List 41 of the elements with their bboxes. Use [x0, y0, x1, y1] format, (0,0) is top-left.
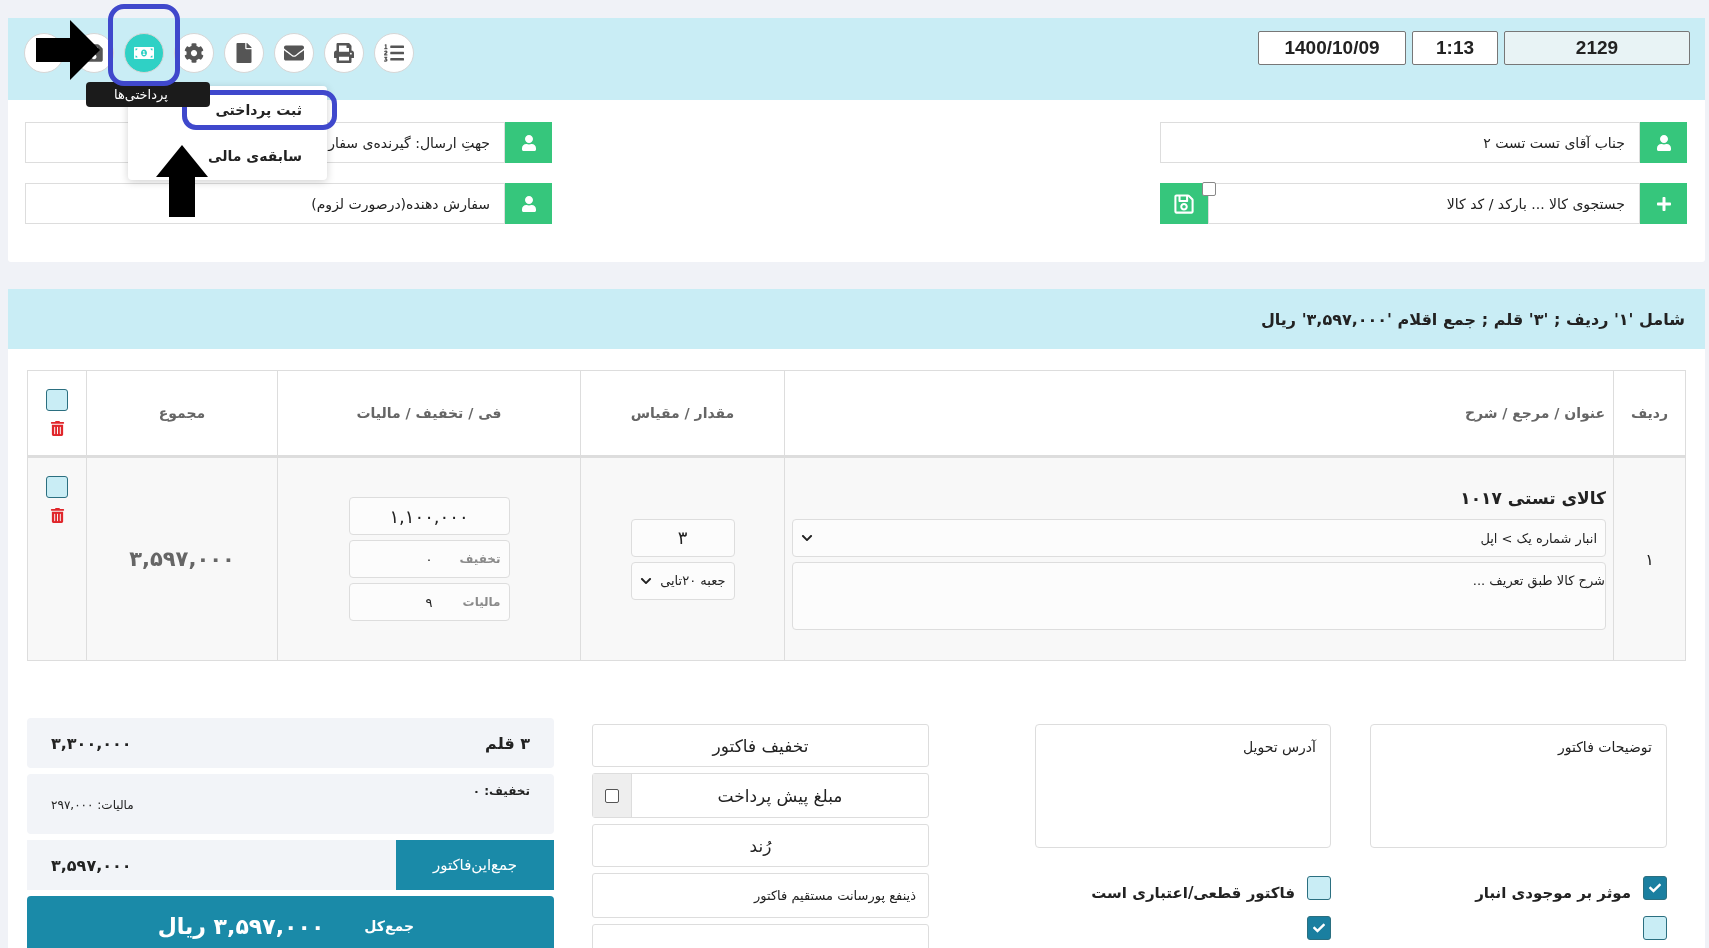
text-field[interactable]: ذینفع پورسانت مستقیم فاکتور	[592, 873, 929, 918]
discount-field[interactable]: تخفیف ۰	[348, 540, 510, 578]
grand-total-label: جمع‌کل	[364, 918, 414, 934]
unit-select[interactable]: جعبه ۲۰تایی	[630, 561, 735, 600]
item-count: ۳ قلم	[485, 733, 530, 753]
option-button[interactable]: تخفیف فاکتور	[592, 724, 929, 767]
price-field[interactable]: ۱,۱۰۰,۰۰۰	[348, 497, 510, 535]
search-field[interactable]: جستجوی کالا ... بارکد / کد کالا	[1208, 183, 1640, 224]
column-header: عنوان / مرجع / شرح	[1464, 405, 1605, 421]
column-header: ردیف	[1630, 405, 1669, 421]
checkbox-label: فاکتور قطعی/اعتباری است	[1091, 883, 1295, 902]
row-number: ۱	[1645, 549, 1654, 569]
menu-item[interactable]: ثبت پرداختی	[182, 90, 337, 130]
discount-total: تخفیف: ۰	[472, 784, 530, 798]
invoice-total-button[interactable]: جمع‌این‌فاکتور	[396, 840, 554, 890]
warehouse-select[interactable]: انبار شماره یک > اپل	[792, 519, 1606, 557]
prepayment-toggle[interactable]: مبلغ پیش پرداخت	[592, 773, 929, 818]
summary-text: شامل '۱' ردیف ; '۳' قلم ; جمع اقلام '۳,۵۹۷,۰۰۰' ریال	[1260, 309, 1685, 329]
date-field[interactable]: 1400/10/09	[1258, 31, 1406, 65]
subtotal: ۳,۳۰۰,۰۰۰	[51, 733, 132, 753]
tax-total: مالیات: ۲۹۷,۰۰۰	[51, 798, 134, 812]
grand-total: ۳,۵۹۷,۰۰۰ ریال	[157, 913, 325, 939]
tooltip: پرداختی‌ها	[86, 82, 210, 107]
checkbox-label: موثر بر موجودی انبار	[1475, 883, 1631, 902]
product-title: کالای تستی ۱۰۱۷	[1460, 488, 1606, 508]
tax-field[interactable]: مالیات ۹	[348, 583, 510, 621]
column-header: مجموع	[158, 405, 206, 421]
customer-field[interactable]: جناب آقای تست تست ۲	[1160, 122, 1640, 163]
row-total: ۳,۵۹۷,۰۰۰	[129, 547, 235, 571]
invoice-total: ۳,۵۹۷,۰۰۰	[51, 855, 132, 875]
column-header: فی / تخفیف / مالیات	[356, 405, 502, 421]
option-button[interactable]: رُند	[592, 824, 929, 867]
quantity-field[interactable]: ۳	[630, 518, 735, 557]
description-field[interactable]: شرح کالا طبق تعریف ...	[792, 562, 1606, 630]
notes-field[interactable]: توضیحات فاکتور	[1370, 724, 1667, 848]
address-field[interactable]: آدرس تحویل	[1035, 724, 1331, 848]
invoice-number-field[interactable]: 2129	[1504, 31, 1690, 65]
column-header: مقدار / مقیاس	[630, 405, 735, 421]
menu-item[interactable]: سابقه‌ی مالی	[128, 136, 327, 176]
text-field[interactable]: سفارش دهنده(درصورت لزوم)	[25, 183, 505, 224]
time-field[interactable]: 1:13	[1412, 31, 1498, 65]
